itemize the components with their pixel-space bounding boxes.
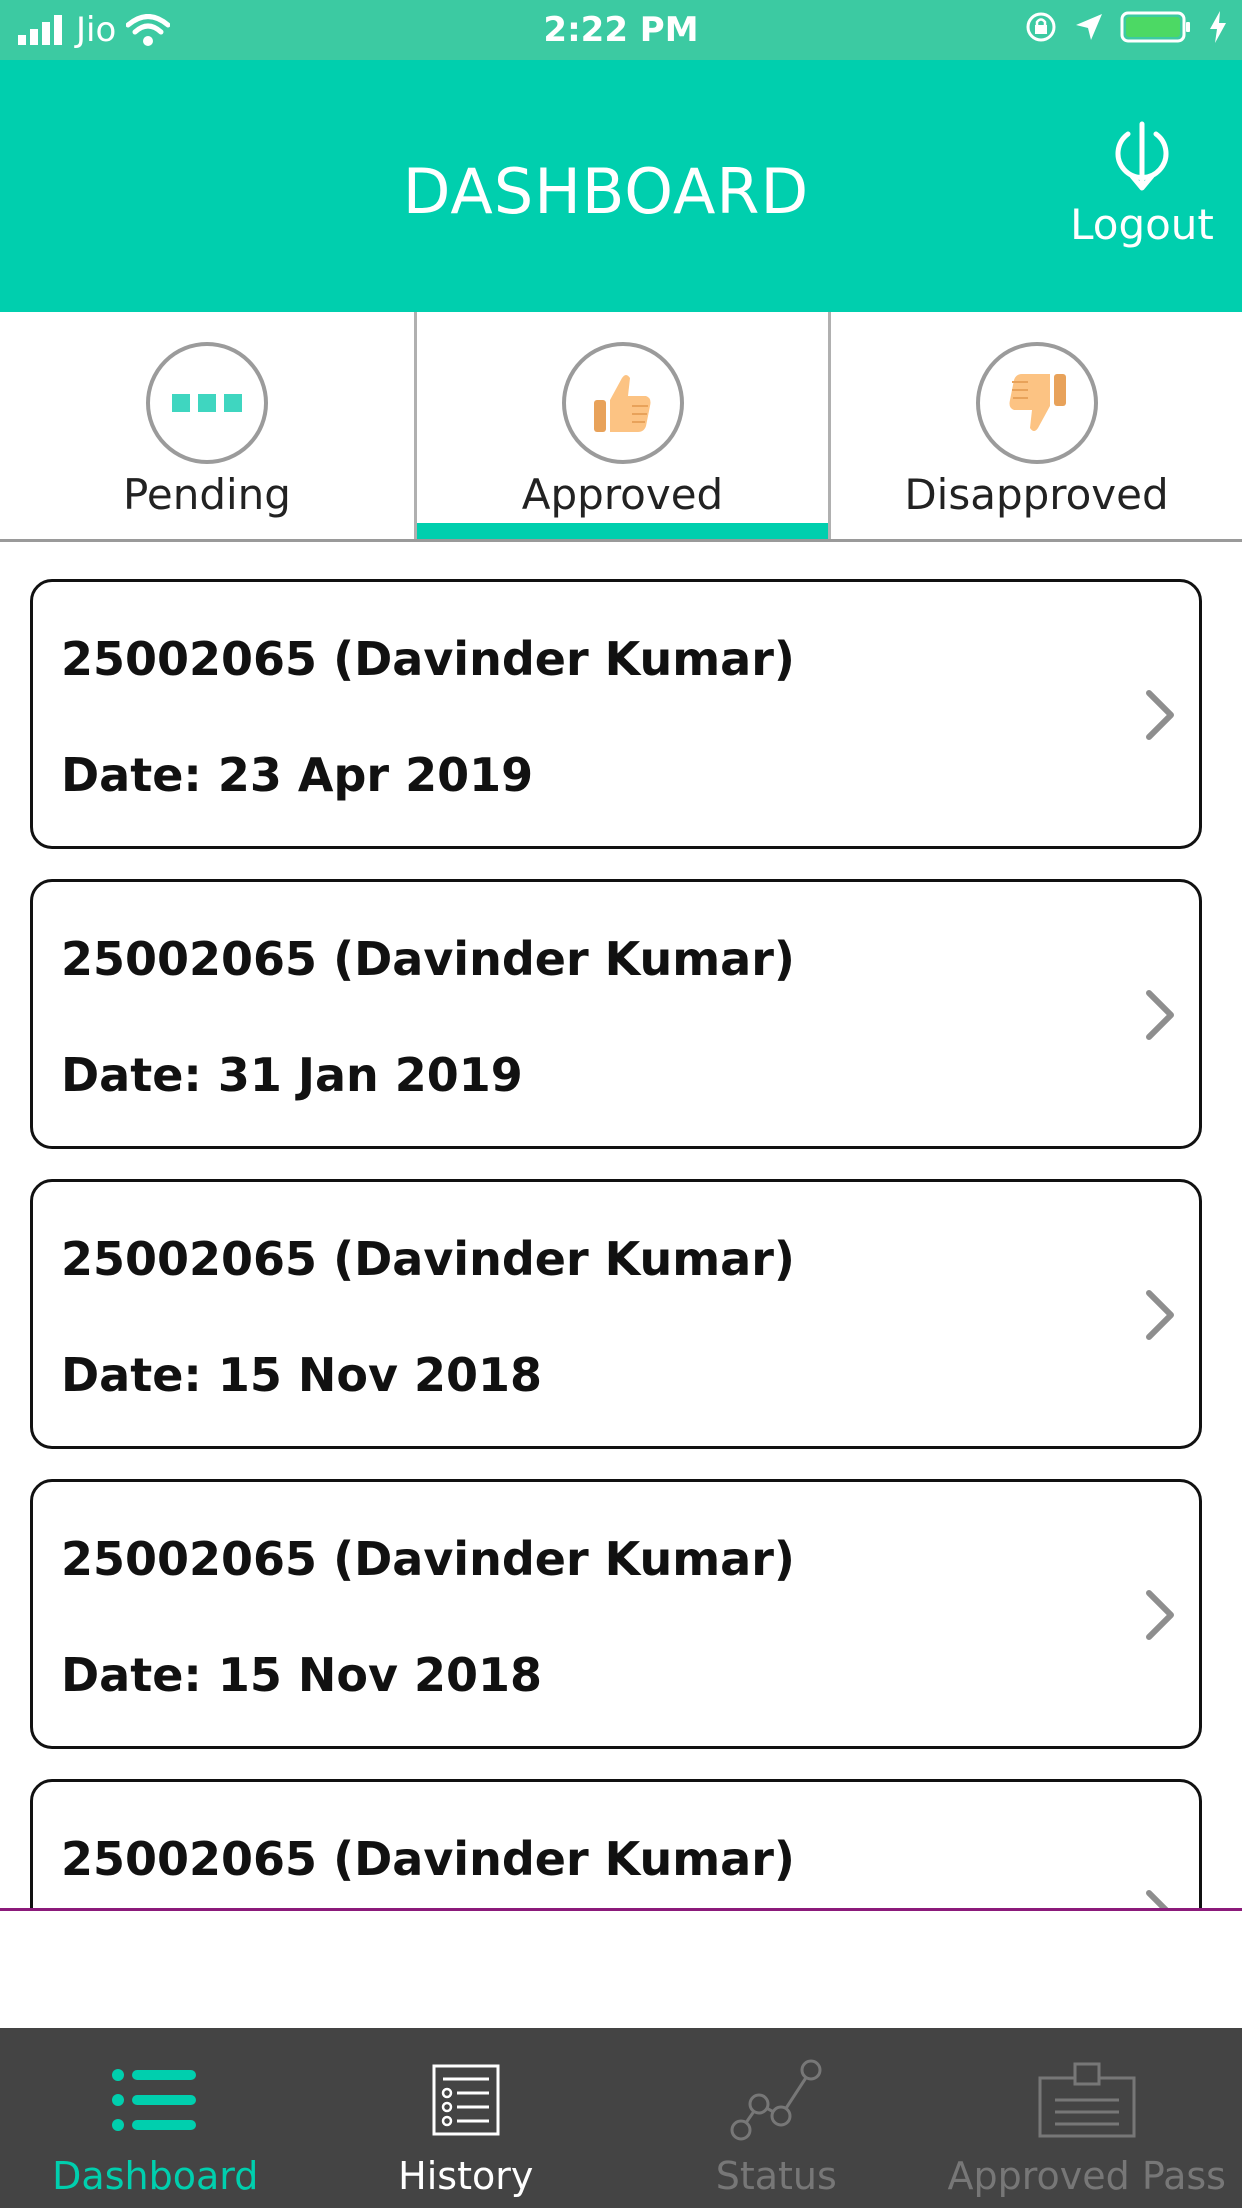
status-bar: Jio 2:22 PM <box>0 0 1242 60</box>
chevron-right-icon <box>1146 1890 1171 1910</box>
approved-list[interactable]: 25002065 (Davinder Kumar) Date: 23 Apr 2… <box>0 542 1242 1910</box>
tab-pending[interactable]: Pending <box>0 312 414 539</box>
checklist-icon <box>432 2064 500 2136</box>
thumbs-up-icon <box>593 375 650 432</box>
battery-icon <box>1120 11 1190 43</box>
chevron-right-icon <box>1146 1590 1174 1640</box>
tab-icon-circle <box>561 342 684 464</box>
item-title: 25002065 (Davinder Kumar) <box>61 632 795 686</box>
list-item[interactable]: 25002065 (Davinder Kumar) Date: 15 Nov 2… <box>30 1479 1202 1749</box>
tab-icon-circle <box>975 342 1098 464</box>
nav-approved-pass[interactable]: Approved Pass <box>932 2028 1242 2208</box>
pending-dots-icon <box>172 394 242 412</box>
nav-icon-wrap <box>110 2058 200 2142</box>
charging-icon <box>1210 11 1226 43</box>
tab-approved[interactable]: Approved <box>414 312 828 539</box>
item-date: Date: 15 Nov 2018 <box>61 1648 542 1702</box>
nav-icon-wrap <box>729 2058 823 2142</box>
tab-disapproved[interactable]: Disapproved <box>828 312 1242 539</box>
graph-icon <box>730 2059 822 2141</box>
list-icon <box>112 2069 197 2131</box>
rotation-lock-icon <box>1026 12 1056 42</box>
page-title: DASHBOARD <box>402 155 810 228</box>
status-tabs: Pending Approved Disapproved <box>0 312 1242 542</box>
tab-icon-circle <box>146 342 268 464</box>
nav-label: Status <box>715 2154 837 2198</box>
list-item[interactable]: 25002065 (Davinder Kumar) <box>30 1779 1202 1910</box>
status-right <box>1024 10 1228 44</box>
chevron-right-icon <box>1146 690 1174 740</box>
bottom-nav: Dashboard History Status Approved Pass <box>0 2028 1242 2208</box>
item-title: 25002065 (Davinder Kumar) <box>61 1832 795 1886</box>
nav-icon-wrap <box>431 2058 501 2142</box>
nav-history[interactable]: History <box>311 2028 622 2208</box>
nav-dashboard[interactable]: Dashboard <box>0 2028 311 2208</box>
logout-icon <box>1115 121 1169 191</box>
tab-label: Pending <box>123 470 291 519</box>
nav-label: Dashboard <box>52 2154 259 2198</box>
item-date: Date: 23 Apr 2019 <box>61 748 534 802</box>
id-card-icon <box>1038 2062 1136 2138</box>
list-bottom-divider <box>0 1908 1242 1911</box>
location-icon <box>1076 14 1102 40</box>
thumbs-down-icon <box>1009 374 1066 431</box>
nav-status[interactable]: Status <box>621 2028 932 2208</box>
chevron-right-icon <box>1146 990 1174 1040</box>
tab-label: Disapproved <box>904 470 1169 519</box>
nav-label: History <box>398 2154 534 2198</box>
chevron-right-icon <box>1146 1290 1174 1340</box>
item-title: 25002065 (Davinder Kumar) <box>61 1532 795 1586</box>
list-item[interactable]: 25002065 (Davinder Kumar) Date: 15 Nov 2… <box>30 1179 1202 1449</box>
nav-icon-wrap <box>1037 2058 1137 2142</box>
selected-tab-indicator <box>417 523 828 539</box>
nav-label: Approved Pass <box>947 2154 1226 2198</box>
tab-label: Approved <box>521 470 724 519</box>
app-header: DASHBOARD Logout <box>0 60 1242 312</box>
logout-label: Logout <box>1070 200 1214 249</box>
item-date: Date: 15 Nov 2018 <box>61 1348 542 1402</box>
list-item[interactable]: 25002065 (Davinder Kumar) Date: 23 Apr 2… <box>30 579 1202 849</box>
item-title: 25002065 (Davinder Kumar) <box>61 1232 795 1286</box>
list-item[interactable]: 25002065 (Davinder Kumar) Date: 31 Jan 2… <box>30 879 1202 1149</box>
logout-button[interactable]: Logout <box>1062 120 1222 260</box>
item-title: 25002065 (Davinder Kumar) <box>61 932 795 986</box>
item-date: Date: 31 Jan 2019 <box>61 1048 523 1102</box>
